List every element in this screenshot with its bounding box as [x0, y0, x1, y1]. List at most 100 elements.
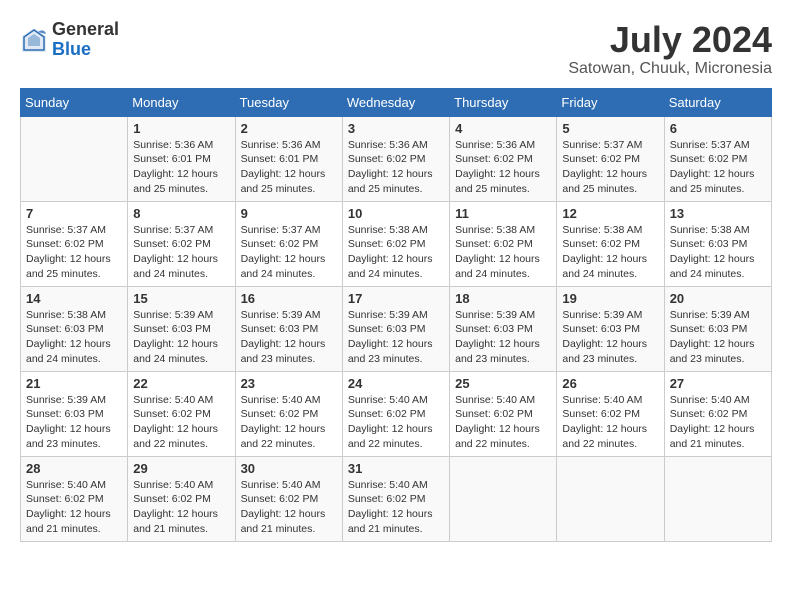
calendar-header: SundayMondayTuesdayWednesdayThursdayFrid… — [21, 88, 772, 116]
day-info: Sunrise: 5:40 AMSunset: 6:02 PMDaylight:… — [133, 478, 229, 537]
day-info: Sunrise: 5:36 AMSunset: 6:02 PMDaylight:… — [348, 138, 444, 197]
day-number: 12 — [562, 206, 658, 221]
day-info: Sunrise: 5:36 AMSunset: 6:01 PMDaylight:… — [241, 138, 337, 197]
day-info: Sunrise: 5:39 AMSunset: 6:03 PMDaylight:… — [670, 308, 766, 367]
day-info: Sunrise: 5:39 AMSunset: 6:03 PMDaylight:… — [455, 308, 551, 367]
day-number: 29 — [133, 461, 229, 476]
day-number: 6 — [670, 121, 766, 136]
day-number: 17 — [348, 291, 444, 306]
calendar-cell: 10 Sunrise: 5:38 AMSunset: 6:02 PMDayligh… — [342, 201, 449, 286]
calendar-cell: 4 Sunrise: 5:36 AMSunset: 6:02 PMDaylight… — [450, 116, 557, 201]
calendar-cell: 28 Sunrise: 5:40 AMSunset: 6:02 PMDayligh… — [21, 456, 128, 541]
day-number: 9 — [241, 206, 337, 221]
day-of-week-header: Monday — [128, 88, 235, 116]
day-number: 21 — [26, 376, 122, 391]
calendar-cell: 12 Sunrise: 5:38 AMSunset: 6:02 PMDayligh… — [557, 201, 664, 286]
calendar-cell: 26 Sunrise: 5:40 AMSunset: 6:02 PMDayligh… — [557, 371, 664, 456]
title-section: July 2024 Satowan, Chuuk, Micronesia — [568, 20, 772, 78]
calendar-cell: 1 Sunrise: 5:36 AMSunset: 6:01 PMDaylight… — [128, 116, 235, 201]
calendar-week-row: 14Sunrise: 5:38 AMSunset: 6:03 PMDayligh… — [21, 286, 772, 371]
day-info: Sunrise: 5:36 AMSunset: 6:01 PMDaylight:… — [133, 138, 229, 197]
calendar-cell: 30 Sunrise: 5:40 AMSunset: 6:02 PMDayligh… — [235, 456, 342, 541]
day-number: 18 — [455, 291, 551, 306]
calendar-body: 1 Sunrise: 5:36 AMSunset: 6:01 PMDaylight… — [21, 116, 772, 541]
day-number: 1 — [133, 121, 229, 136]
logo-icon — [20, 26, 48, 54]
calendar-cell: 17 Sunrise: 5:39 AMSunset: 6:03 PMDayligh… — [342, 286, 449, 371]
day-info: Sunrise: 5:38 AMSunset: 6:02 PMDaylight:… — [562, 223, 658, 282]
day-of-week-header: Thursday — [450, 88, 557, 116]
day-of-week-header: Wednesday — [342, 88, 449, 116]
calendar-cell: 6Sunrise: 5:37 AMSunset: 6:02 PMDaylight… — [664, 116, 771, 201]
day-info: Sunrise: 5:36 AMSunset: 6:02 PMDaylight:… — [455, 138, 551, 197]
day-info: Sunrise: 5:39 AMSunset: 6:03 PMDaylight:… — [562, 308, 658, 367]
day-number: 19 — [562, 291, 658, 306]
calendar-cell — [450, 456, 557, 541]
day-number: 5 — [562, 121, 658, 136]
day-info: Sunrise: 5:40 AMSunset: 6:02 PMDaylight:… — [455, 393, 551, 452]
calendar-table: SundayMondayTuesdayWednesdayThursdayFrid… — [20, 88, 772, 542]
day-number: 14 — [26, 291, 122, 306]
calendar-cell: 16 Sunrise: 5:39 AMSunset: 6:03 PMDayligh… — [235, 286, 342, 371]
calendar-cell — [664, 456, 771, 541]
day-info: Sunrise: 5:37 AMSunset: 6:02 PMDaylight:… — [26, 223, 122, 282]
day-number: 28 — [26, 461, 122, 476]
calendar-cell: 7Sunrise: 5:37 AMSunset: 6:02 PMDaylight… — [21, 201, 128, 286]
day-number: 2 — [241, 121, 337, 136]
day-info: Sunrise: 5:40 AMSunset: 6:02 PMDaylight:… — [241, 393, 337, 452]
calendar-week-row: 21 Sunrise: 5:39 AMSunset: 6:03 PMDayligh… — [21, 371, 772, 456]
day-info: Sunrise: 5:40 AMSunset: 6:02 PMDaylight:… — [348, 393, 444, 452]
day-info: Sunrise: 5:37 AMSunset: 6:02 PMDaylight:… — [241, 223, 337, 282]
calendar-cell: 19 Sunrise: 5:39 AMSunset: 6:03 PMDayligh… — [557, 286, 664, 371]
day-info: Sunrise: 5:39 AMSunset: 6:03 PMDaylight:… — [26, 393, 122, 452]
day-info: Sunrise: 5:39 AMSunset: 6:03 PMDaylight:… — [133, 308, 229, 367]
calendar-week-row: 28 Sunrise: 5:40 AMSunset: 6:02 PMDayligh… — [21, 456, 772, 541]
day-info: Sunrise: 5:40 AMSunset: 6:02 PMDaylight:… — [133, 393, 229, 452]
day-number: 10 — [348, 206, 444, 221]
day-info: Sunrise: 5:38 AMSunset: 6:03 PMDaylight:… — [670, 223, 766, 282]
day-info: Sunrise: 5:38 AMSunset: 6:02 PMDaylight:… — [348, 223, 444, 282]
day-number: 24 — [348, 376, 444, 391]
day-info: Sunrise: 5:37 AMSunset: 6:02 PMDaylight:… — [562, 138, 658, 197]
calendar-cell — [21, 116, 128, 201]
calendar-cell: 31Sunrise: 5:40 AMSunset: 6:02 PMDayligh… — [342, 456, 449, 541]
logo: General Blue — [20, 20, 119, 60]
day-info: Sunrise: 5:39 AMSunset: 6:03 PMDaylight:… — [241, 308, 337, 367]
day-of-week-header: Friday — [557, 88, 664, 116]
day-number: 8 — [133, 206, 229, 221]
calendar-cell: 27Sunrise: 5:40 AMSunset: 6:02 PMDayligh… — [664, 371, 771, 456]
day-of-week-header: Sunday — [21, 88, 128, 116]
calendar-cell: 29 Sunrise: 5:40 AMSunset: 6:02 PMDayligh… — [128, 456, 235, 541]
page-header: General Blue July 2024 Satowan, Chuuk, M… — [20, 20, 772, 78]
calendar-week-row: 7Sunrise: 5:37 AMSunset: 6:02 PMDaylight… — [21, 201, 772, 286]
day-info: Sunrise: 5:37 AMSunset: 6:02 PMDaylight:… — [133, 223, 229, 282]
calendar-week-row: 1 Sunrise: 5:36 AMSunset: 6:01 PMDaylight… — [21, 116, 772, 201]
day-number: 4 — [455, 121, 551, 136]
day-info: Sunrise: 5:40 AMSunset: 6:02 PMDaylight:… — [26, 478, 122, 537]
day-of-week-header: Saturday — [664, 88, 771, 116]
calendar-cell — [557, 456, 664, 541]
calendar-cell: 24 Sunrise: 5:40 AMSunset: 6:02 PMDayligh… — [342, 371, 449, 456]
day-info: Sunrise: 5:38 AMSunset: 6:02 PMDaylight:… — [455, 223, 551, 282]
day-number: 20 — [670, 291, 766, 306]
calendar-cell: 11Sunrise: 5:38 AMSunset: 6:02 PMDayligh… — [450, 201, 557, 286]
day-number: 22 — [133, 376, 229, 391]
logo-text: General Blue — [52, 20, 119, 60]
calendar-cell: 5 Sunrise: 5:37 AMSunset: 6:02 PMDaylight… — [557, 116, 664, 201]
day-info: Sunrise: 5:40 AMSunset: 6:02 PMDaylight:… — [562, 393, 658, 452]
day-info: Sunrise: 5:40 AMSunset: 6:02 PMDaylight:… — [241, 478, 337, 537]
day-number: 15 — [133, 291, 229, 306]
header-row: SundayMondayTuesdayWednesdayThursdayFrid… — [21, 88, 772, 116]
day-info: Sunrise: 5:39 AMSunset: 6:03 PMDaylight:… — [348, 308, 444, 367]
day-number: 30 — [241, 461, 337, 476]
day-of-week-header: Tuesday — [235, 88, 342, 116]
month-year-title: July 2024 — [568, 20, 772, 60]
calendar-cell: 3Sunrise: 5:36 AMSunset: 6:02 PMDaylight… — [342, 116, 449, 201]
day-number: 23 — [241, 376, 337, 391]
calendar-cell: 15 Sunrise: 5:39 AMSunset: 6:03 PMDayligh… — [128, 286, 235, 371]
day-number: 26 — [562, 376, 658, 391]
calendar-cell: 21 Sunrise: 5:39 AMSunset: 6:03 PMDayligh… — [21, 371, 128, 456]
day-number: 16 — [241, 291, 337, 306]
logo-blue-text: Blue — [52, 40, 119, 60]
day-number: 27 — [670, 376, 766, 391]
